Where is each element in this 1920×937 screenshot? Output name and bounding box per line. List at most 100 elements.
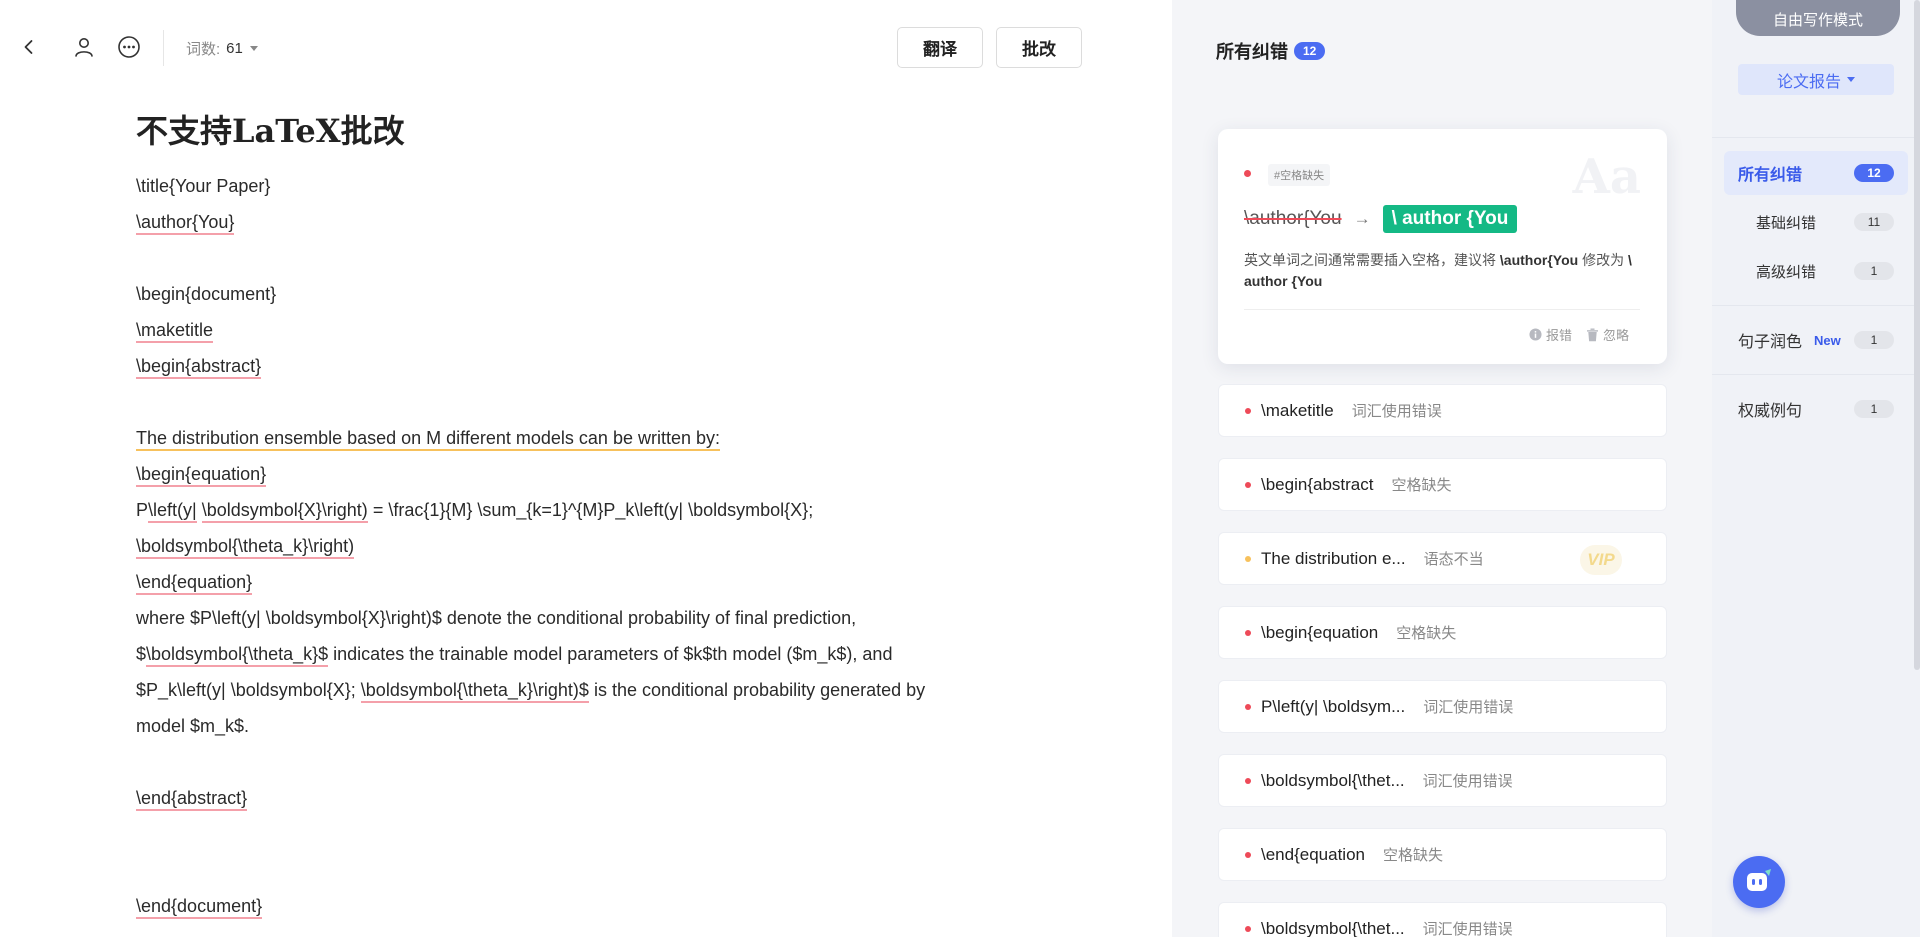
editor-pane: 词数: 61 翻译 批改 不支持LaTeX批改 \title{Your Pape… (0, 0, 1172, 937)
right-navigation: 自由写作模式 论文报告 所有纠错 12 基础纠错 11 高级纠错 1 句子润色 … (1712, 0, 1920, 937)
correction-text: \maketitle (1261, 400, 1334, 420)
caret-down-icon (249, 46, 258, 51)
report-error-button[interactable]: 报错 (1529, 325, 1572, 344)
nav-item-basic-corrections[interactable]: 基础纠错 11 (1724, 200, 1908, 244)
text-line: \end{equation} (136, 564, 1016, 600)
error-highlight[interactable]: \maketitle (136, 320, 214, 343)
error-highlight[interactable]: \boldsymbol{X}\right) (201, 500, 368, 523)
error-highlight[interactable]: \end{abstract} (136, 788, 248, 811)
error-highlight[interactable]: \boldsymbol{\theta_k}\right)$ (360, 680, 589, 703)
correction-item[interactable]: \boldsymbol{\thet... 词汇使用错误 (1218, 902, 1667, 937)
corrections-title: 所有纠错 (1216, 42, 1288, 62)
nav-divider (1712, 137, 1920, 138)
text-segment: $ (136, 644, 147, 664)
error-dot-icon (1245, 777, 1251, 784)
error-highlight[interactable]: \begin{equation} (136, 464, 267, 487)
apply-suggestion-button[interactable]: \ author {You (1382, 205, 1518, 233)
correction-item[interactable]: \boldsymbol{\thet... 词汇使用错误 (1218, 754, 1667, 807)
text-line: \title{Your Paper} (136, 168, 1016, 204)
nav-item-count: 1 (1854, 262, 1894, 280)
revise-button[interactable]: 批改 (996, 27, 1082, 68)
text-line: \begin{abstract} (136, 348, 1016, 384)
correction-type: 词汇使用错误 (1422, 773, 1513, 790)
nav-item-advanced-corrections[interactable]: 高级纠错 1 (1724, 249, 1908, 293)
original-text: \author{You (1244, 208, 1342, 229)
correction-item[interactable]: \end{equation 空格缺失 (1218, 828, 1667, 881)
nav-item-label: 基础纠错 (1756, 214, 1817, 232)
text-line: The distribution ensemble based on M dif… (136, 420, 1016, 456)
error-dot-icon (1244, 170, 1251, 177)
nav-divider (1712, 374, 1920, 375)
correction-item[interactable]: \begin{equation 空格缺失 (1218, 606, 1667, 659)
nav-item-authoritative-examples[interactable]: 权威例句 1 (1724, 387, 1908, 431)
more-options-icon[interactable] (113, 31, 145, 63)
assistant-bot-icon[interactable] (1733, 856, 1785, 908)
nav-item-count: 1 (1854, 331, 1894, 349)
scrollbar[interactable] (1914, 0, 1920, 670)
back-icon[interactable] (13, 31, 45, 63)
writing-mode-tab[interactable]: 自由写作模式 (1736, 0, 1900, 36)
document-title[interactable]: 不支持LaTeX批改 (136, 106, 405, 152)
desc-from: \author{You (1499, 252, 1579, 268)
aa-watermark-icon: Aa (1572, 149, 1641, 205)
text-line: \begin{equation} (136, 456, 1016, 492)
correction-text: P\left(y| \boldsym... (1261, 696, 1406, 716)
correction-type: 空格缺失 (1391, 477, 1452, 494)
correction-item[interactable]: The distribution e... 语态不当 VIP (1218, 532, 1667, 585)
nav-item-count: 12 (1854, 164, 1894, 182)
error-highlight[interactable]: \end{equation} (136, 572, 253, 595)
nav-item-count: 1 (1854, 400, 1894, 418)
text-segment: \begin{document} (136, 284, 277, 304)
text-line: P\left(y| \boldsymbol{X}\right) = \frac{… (136, 492, 1016, 528)
corrections-count-badge: 12 (1294, 42, 1326, 60)
error-highlight[interactable]: \end{document} (136, 896, 263, 919)
error-highlight[interactable]: \boldsymbol{\theta_k}\right) (136, 536, 355, 559)
document-body[interactable]: \title{Your Paper} \author{You} \begin{d… (136, 168, 1016, 924)
trash-icon (1586, 328, 1598, 341)
error-dot-icon (1245, 925, 1251, 932)
ignore-button[interactable]: 忽略 (1586, 325, 1629, 344)
error-highlight[interactable]: \author{You} (136, 212, 235, 235)
nav-item-sentence-polish[interactable]: 句子润色 New 1 (1724, 318, 1908, 362)
text-line: \author{You} (136, 204, 1016, 240)
nav-item-label: 句子润色 (1738, 334, 1803, 351)
text-segment: where $P\left(y| \boldsymbol{X}\right)$ … (136, 608, 857, 628)
caret-down-icon (1847, 77, 1855, 82)
nav-item-count: 11 (1854, 213, 1894, 231)
correction-text: \end{equation (1261, 844, 1365, 864)
word-count-dropdown[interactable]: 词数: 61 (186, 38, 258, 59)
error-dot-icon (1245, 629, 1251, 636)
featured-correction-card[interactable]: #空格缺失 Aa \author{You → \ author {You 英文单… (1218, 129, 1667, 364)
error-highlight[interactable]: \left(y| (148, 500, 197, 523)
text-line: $P_k\left(y| \boldsymbol{X}; \boldsymbol… (136, 672, 1016, 708)
desc-prefix: 英文单词之间通常需要插入空格，建议将 (1244, 252, 1500, 268)
warning-highlight[interactable]: The distribution ensemble based on M dif… (136, 428, 720, 451)
correction-item[interactable]: P\left(y| \boldsym... 词汇使用错误 (1218, 680, 1667, 733)
card-actions: 报错 忽略 (1529, 325, 1629, 344)
text-line: \end{abstract} (136, 780, 1016, 816)
fix-row: \author{You → \ author {You (1244, 205, 1518, 233)
correction-item[interactable]: \begin{abstract 空格缺失 (1218, 458, 1667, 511)
correction-description: 英文单词之间通常需要插入空格，建议将 \author{You 修改为 \ aut… (1244, 250, 1644, 292)
text-line: \end{document} (136, 888, 1016, 924)
error-highlight[interactable]: \boldsymbol{\theta_k}$ (146, 644, 329, 667)
error-highlight[interactable]: \begin{abstract} (136, 356, 262, 379)
ignore-label: 忽略 (1602, 328, 1629, 343)
nav-item-all-corrections[interactable]: 所有纠错 12 (1724, 151, 1908, 195)
arrow-right-icon: → (1353, 209, 1371, 228)
text-segment: \title{Your Paper} (136, 176, 271, 196)
correction-item[interactable]: \maketitle 词汇使用错误 (1218, 384, 1667, 437)
translate-button[interactable]: 翻译 (897, 27, 983, 68)
user-icon[interactable] (68, 31, 100, 63)
report-error-label: 报错 (1545, 328, 1572, 343)
paper-report-dropdown[interactable]: 论文报告 (1738, 64, 1894, 95)
word-count-label: 词数: (186, 41, 221, 58)
card-divider (1244, 309, 1640, 310)
editor-toolbar: 词数: 61 翻译 批改 (0, 0, 1172, 96)
error-dot-icon (1245, 481, 1251, 488)
warning-dot-icon (1245, 555, 1251, 562)
